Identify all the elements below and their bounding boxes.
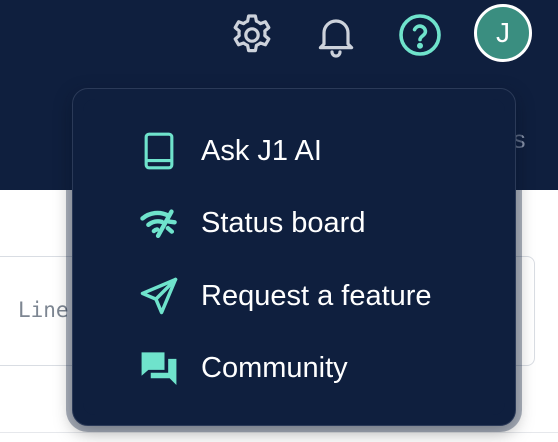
avatar-initial: J xyxy=(496,17,510,48)
notifications-button[interactable] xyxy=(311,10,361,60)
menu-item-label: Request a feature xyxy=(201,279,432,312)
menu-item-status-board[interactable]: Status board xyxy=(83,193,505,253)
menu-item-community[interactable]: Community xyxy=(83,338,505,398)
help-circle-icon xyxy=(399,14,441,56)
signal-icon xyxy=(133,197,185,249)
divider xyxy=(0,432,558,433)
gear-icon xyxy=(233,14,271,53)
bell-icon xyxy=(318,19,354,58)
menu-item-label: Status board xyxy=(201,206,366,239)
menu-item-ask-ai[interactable]: Ask J1 AI xyxy=(83,121,505,181)
user-avatar[interactable]: J xyxy=(474,4,532,62)
menu-item-label: Community xyxy=(201,351,348,384)
menu-item-label: Ask J1 AI xyxy=(201,134,322,167)
query-input-placeholder: Line xyxy=(18,298,69,322)
menu-item-request-feature[interactable]: Request a feature xyxy=(83,266,505,326)
send-icon xyxy=(133,270,185,322)
book-icon xyxy=(133,125,185,177)
help-button[interactable] xyxy=(395,10,445,60)
forum-icon xyxy=(133,342,185,394)
help-menu: Ask J1 AI Status board Request a feature… xyxy=(72,88,516,426)
help-menu-panel: Ask J1 AI Status board Request a feature… xyxy=(83,99,505,415)
settings-button[interactable] xyxy=(227,10,277,60)
